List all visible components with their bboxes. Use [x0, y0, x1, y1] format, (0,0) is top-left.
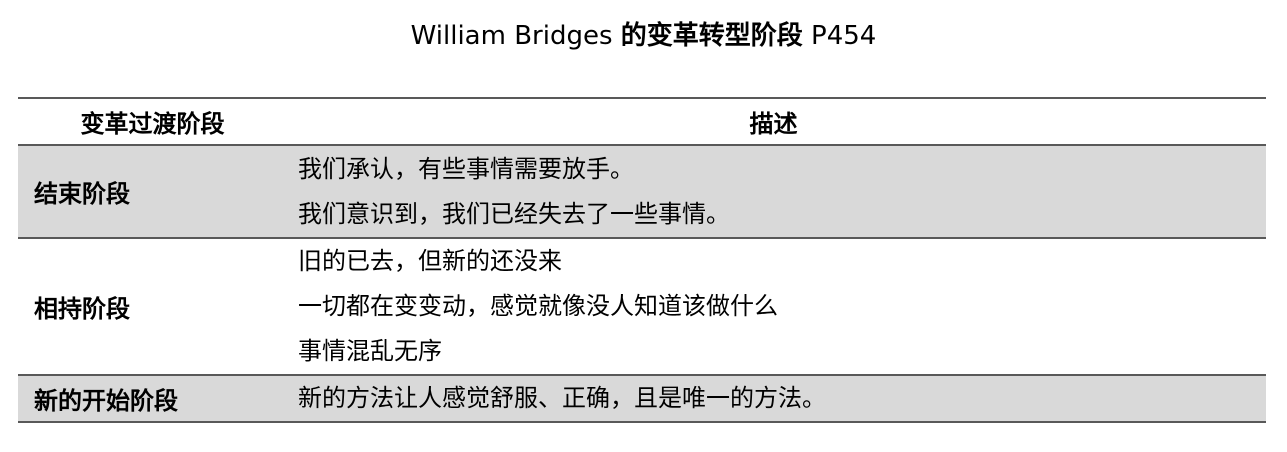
description-line: 我们承认，有些事情需要放手。	[298, 155, 634, 183]
stage-description: 新的方法让人感觉舒服、正确，且是唯一的方法。	[281, 375, 1266, 422]
description-line: 事情混乱无序	[298, 337, 442, 365]
header-stage: 变革过渡阶段	[80, 110, 225, 138]
table-row: 结束阶段 我们承认，有些事情需要放手。 我们意识到，我们已经失去了一些事情。	[18, 145, 1266, 238]
table-row: 新的开始阶段 新的方法让人感觉舒服、正确，且是唯一的方法。	[18, 375, 1266, 422]
transition-stages-table: 变革过渡阶段 描述 结束阶段 我们承认，有些事情需要放手。 我们意识到，我们已经…	[18, 97, 1266, 423]
header-description: 描述	[749, 110, 798, 138]
table-row: 相持阶段 旧的已去，但新的还没来 一切都在变变动，感觉就像没人知道该做什么 事情…	[18, 238, 1266, 375]
description-line: 我们意识到，我们已经失去了一些事情。	[298, 200, 730, 228]
stage-name: 新的开始阶段	[18, 375, 281, 422]
description-line: 一切都在变变动，感觉就像没人知道该做什么	[298, 292, 778, 320]
table-header-row: 变革过渡阶段 描述	[18, 98, 1266, 145]
stage-name: 相持阶段	[34, 295, 130, 323]
description-line: 旧的已去，但新的还没来	[298, 247, 562, 275]
title-chinese: 的变革转型阶段	[620, 21, 803, 51]
title-english: William Bridges	[410, 21, 621, 51]
stage-description: 旧的已去，但新的还没来 一切都在变变动，感觉就像没人知道该做什么 事情混乱无序	[281, 238, 1266, 375]
title-page-ref: P454	[802, 21, 877, 51]
page-title: William Bridges 的变革转型阶段 P454	[0, 18, 1287, 54]
description-line: 新的方法让人感觉舒服、正确，且是唯一的方法。	[298, 384, 826, 412]
stage-description: 我们承认，有些事情需要放手。 我们意识到，我们已经失去了一些事情。	[281, 145, 1266, 238]
stage-name: 结束阶段	[18, 145, 281, 238]
